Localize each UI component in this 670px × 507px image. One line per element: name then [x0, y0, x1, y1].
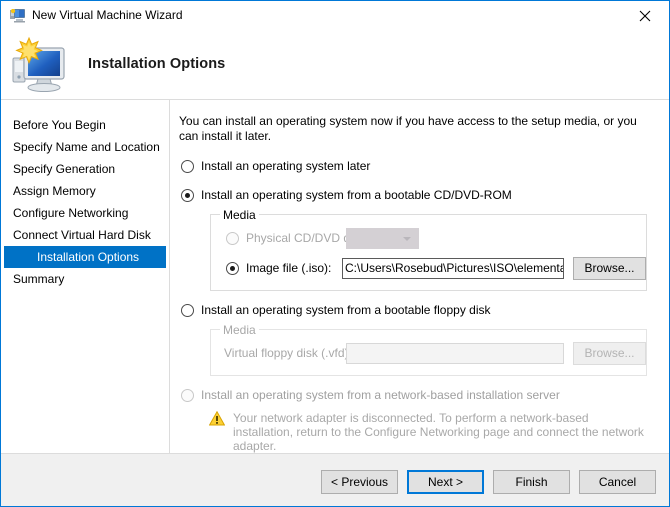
radio-label-install-from-floppy: Install an operating system from a boota…	[201, 303, 491, 317]
next-button[interactable]: Next >	[407, 470, 484, 494]
cd-dvd-media-group-title: Media	[220, 208, 259, 222]
network-warning: Your network adapter is disconnected. To…	[207, 410, 651, 453]
wizard-steps-sidebar: Before You Begin Specify Name and Locati…	[1, 100, 170, 453]
title-bar: New Virtual Machine Wizard	[1, 1, 669, 31]
radio-icon-physical-cd-dvd-drive	[226, 232, 239, 245]
sidebar-item-installation-options[interactable]: Installation Options	[4, 246, 166, 268]
floppy-media-group: Media Virtual floppy disk (.vfd): Browse…	[210, 323, 647, 376]
close-button[interactable]	[623, 1, 669, 30]
sidebar-item-specify-name-and-location[interactable]: Specify Name and Location	[1, 136, 169, 158]
virtual-machine-icon	[10, 8, 26, 23]
computer-monitor-starburst-icon	[11, 36, 73, 94]
wizard-window: New Virtual Machine Wizard Installation …	[0, 0, 670, 507]
content-area: Before You Begin Specify Name and Locati…	[1, 100, 669, 453]
radio-physical-cd-dvd-drive: Physical CD/DVD drive:	[224, 231, 373, 245]
radio-label-install-from-cd-dvd: Install an operating system from a boota…	[201, 188, 512, 202]
radio-image-file[interactable]: Image file (.iso):	[224, 261, 342, 275]
physical-drive-row: Physical CD/DVD drive:	[211, 227, 646, 249]
radio-install-later[interactable]: Install an operating system later	[179, 158, 653, 176]
browse-iso-button[interactable]: Browse...	[573, 256, 646, 280]
finish-button[interactable]: Finish	[493, 470, 570, 494]
radio-icon-image-file	[226, 262, 239, 275]
physical-drive-select	[346, 227, 419, 249]
radio-label-install-later: Install an operating system later	[201, 159, 371, 173]
image-file-row: Image file (.iso): C:\Users\Rosebud\Pict…	[211, 256, 646, 280]
footer-bar: < Previous Next > Finish Cancel	[1, 454, 669, 506]
window-title: New Virtual Machine Wizard	[32, 8, 183, 22]
sidebar-item-configure-networking[interactable]: Configure Networking	[1, 202, 169, 224]
cd-dvd-media-group: Media Physical CD/DVD drive: Image file …	[210, 208, 647, 291]
sidebar-item-specify-generation[interactable]: Specify Generation	[1, 158, 169, 180]
network-warning-text: Your network adapter is disconnected. To…	[233, 411, 644, 453]
label-virtual-floppy-disk: Virtual floppy disk (.vfd):	[224, 346, 352, 360]
wizard-header: Installation Options	[1, 31, 669, 99]
browse-vfd-button: Browse...	[573, 341, 646, 365]
label-image-file: Image file (.iso):	[246, 261, 332, 275]
page-title: Installation Options	[88, 56, 226, 72]
radio-icon-install-later	[181, 160, 194, 173]
warning-triangle-icon	[208, 410, 226, 426]
radio-install-from-network: Install an operating system from a netwo…	[179, 387, 653, 405]
image-file-input[interactable]: C:\Users\Rosebud\Pictures\ISO\elementary…	[342, 257, 564, 279]
radio-icon-install-from-cd-dvd	[181, 189, 194, 202]
previous-button[interactable]: < Previous	[321, 470, 398, 494]
sidebar-item-connect-virtual-hard-disk[interactable]: Connect Virtual Hard Disk	[1, 224, 169, 246]
floppy-media-group-title: Media	[220, 323, 259, 337]
wizard-buttons: < Previous Next > Finish Cancel	[321, 470, 656, 494]
chevron-down-icon	[403, 236, 411, 241]
cancel-button[interactable]: Cancel	[579, 470, 656, 494]
sidebar-item-before-you-begin[interactable]: Before You Begin	[1, 114, 169, 136]
virtual-floppy-row: Virtual floppy disk (.vfd): Browse...	[211, 341, 646, 365]
radio-label-install-from-network: Install an operating system from a netwo…	[201, 388, 560, 402]
sidebar-item-summary[interactable]: Summary	[1, 268, 169, 290]
radio-install-from-cd-dvd[interactable]: Install an operating system from a boota…	[179, 187, 653, 205]
radio-icon-install-from-network	[181, 389, 194, 402]
virtual-floppy-input	[346, 342, 564, 364]
intro-text: You can install an operating system now …	[179, 114, 637, 143]
radio-install-from-floppy[interactable]: Install an operating system from a boota…	[179, 302, 653, 320]
radio-icon-install-from-floppy	[181, 304, 194, 317]
main-pane: You can install an operating system now …	[171, 100, 669, 453]
sidebar-item-assign-memory[interactable]: Assign Memory	[1, 180, 169, 202]
